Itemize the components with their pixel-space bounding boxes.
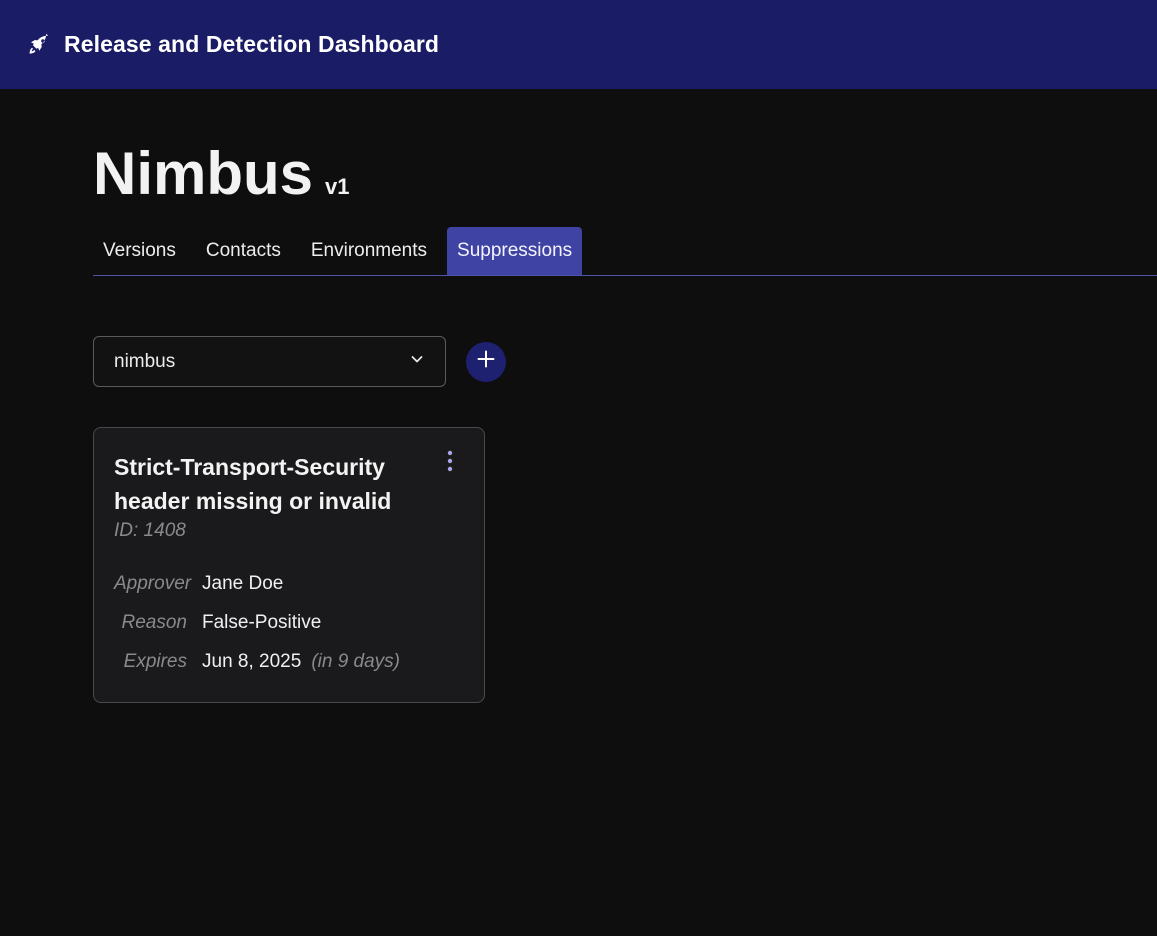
add-suppression-button[interactable] (466, 341, 506, 382)
chevron-down-icon (409, 351, 425, 373)
app-title: Release and Detection Dashboard (64, 31, 440, 57)
suppression-details: Approver Jane Doe Reason False-Positive … (114, 564, 464, 681)
more-vertical-icon (447, 450, 453, 477)
tab-versions[interactable]: Versions (93, 227, 186, 275)
plus-icon (476, 349, 496, 374)
project-select-value: nimbus (114, 350, 176, 372)
tab-suppressions[interactable]: Suppressions (447, 227, 583, 275)
project-version: v1 (325, 174, 350, 199)
reason-row: Reason False-Positive (114, 603, 464, 642)
suppression-id: ID: 1408 (114, 520, 186, 541)
expires-row: Expires Jun 8, 2025 (in 9 days) (114, 642, 464, 681)
approver-label: Approver (114, 572, 192, 594)
top-app-bar: Release and Detection Dashboard (0, 0, 1157, 89)
reason-value: False-Positive (202, 611, 322, 633)
suppression-title: Strict-Transport-Security header missing… (114, 454, 392, 514)
expires-value: Jun 8, 2025 (202, 650, 302, 672)
expires-label: Expires (123, 650, 187, 672)
approver-row: Approver Jane Doe (114, 564, 464, 603)
tab-contacts[interactable]: Contacts (196, 227, 291, 275)
rocket-icon (26, 32, 52, 58)
project-heading: Nimbus v1 (93, 144, 350, 204)
project-tabs: Versions Contacts Environments Suppressi… (93, 227, 1157, 276)
tab-environments[interactable]: Environments (301, 227, 437, 275)
approver-value: Jane Doe (202, 572, 284, 594)
card-menu-button[interactable] (440, 450, 460, 476)
suppression-controls: nimbus (93, 336, 506, 387)
project-name: Nimbus (93, 140, 314, 207)
suppression-card: Strict-Transport-Security header missing… (93, 427, 485, 703)
project-select[interactable]: nimbus (93, 336, 446, 387)
expires-relative: (in 9 days) (311, 650, 401, 672)
reason-label: Reason (121, 611, 188, 633)
